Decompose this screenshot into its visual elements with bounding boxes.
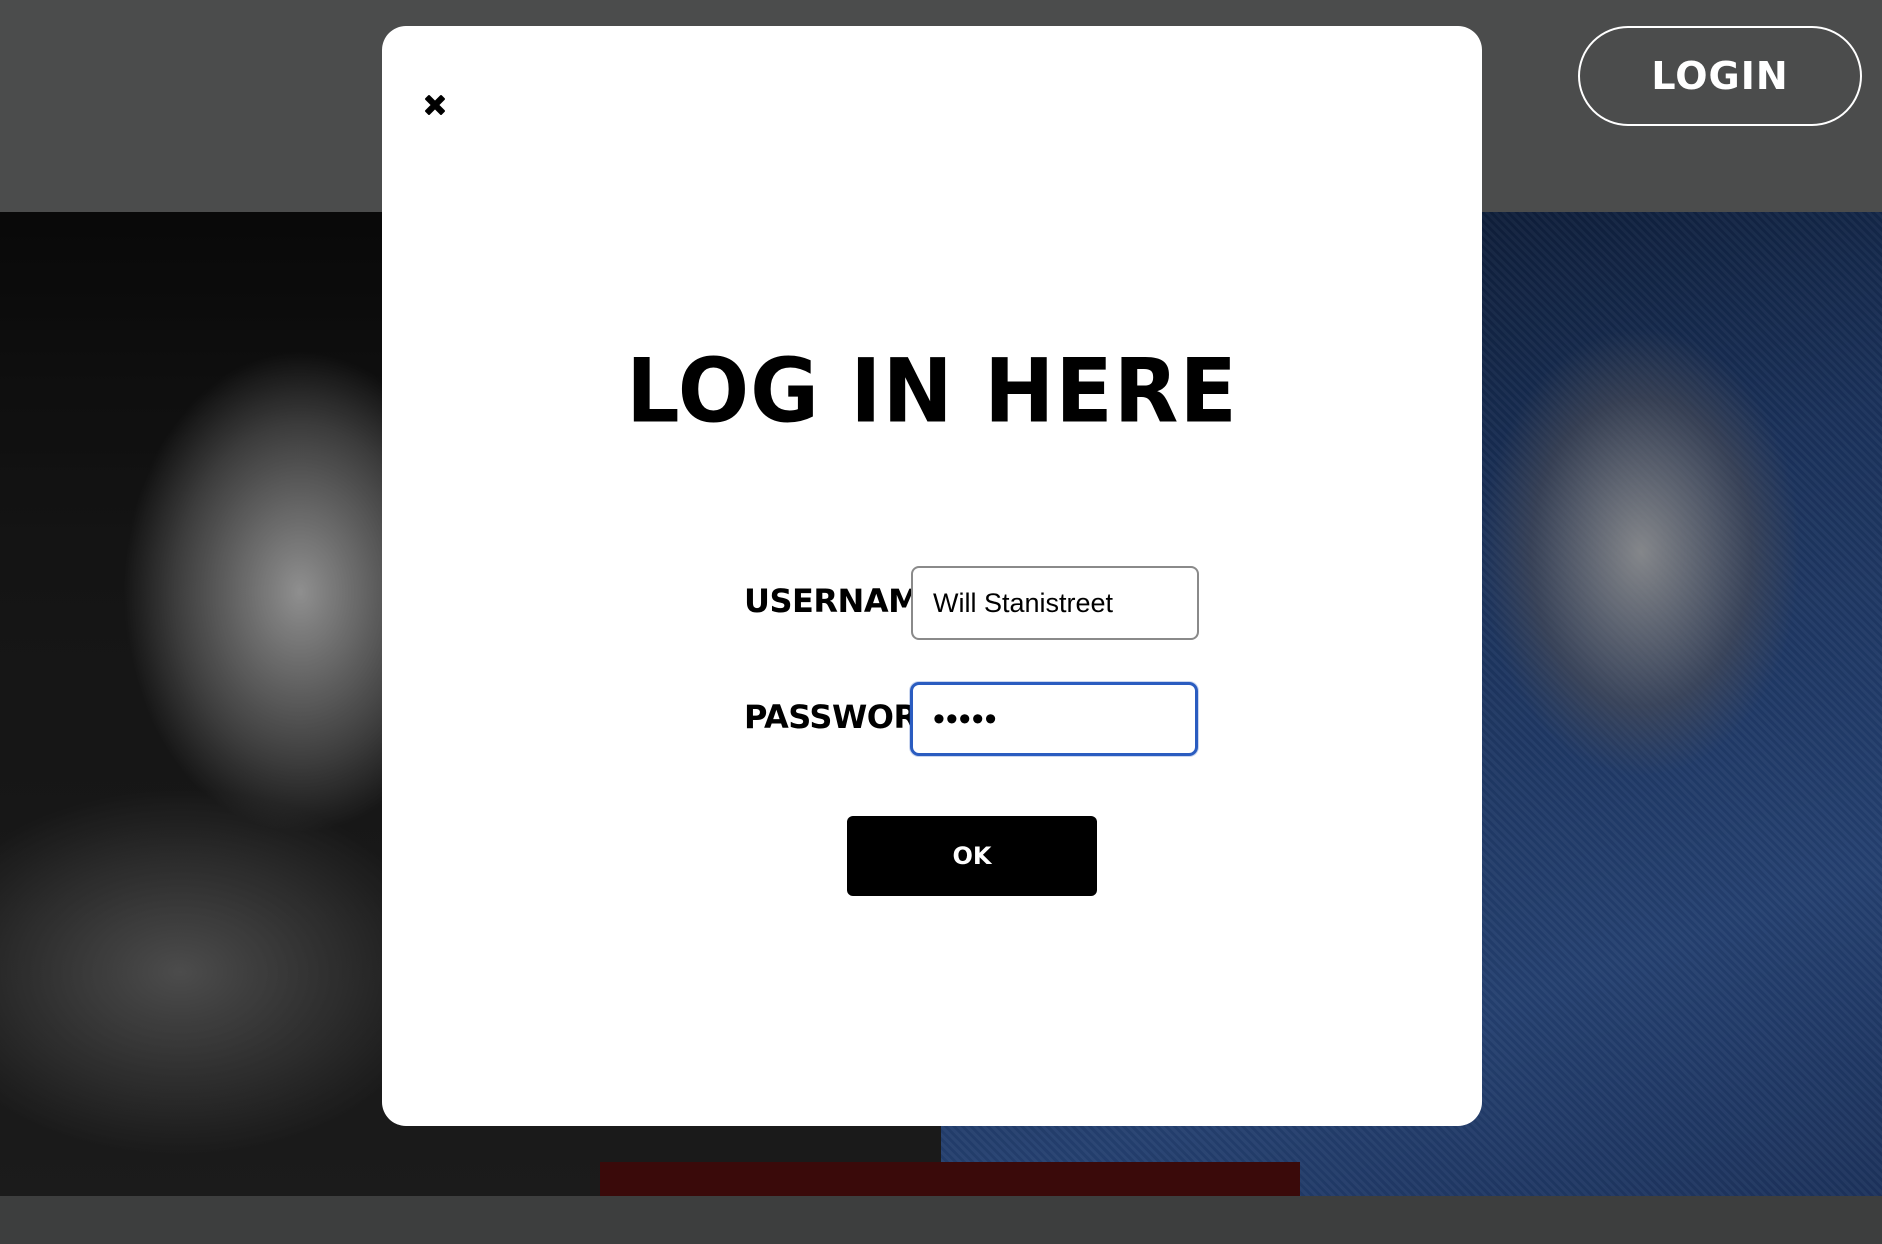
username-label: USERNAME:	[744, 582, 954, 620]
close-button[interactable]	[420, 92, 450, 122]
login-button[interactable]: LOGIN	[1578, 26, 1862, 126]
password-label: PASSWORD:	[744, 698, 956, 736]
password-input[interactable]	[910, 682, 1198, 756]
login-modal: LOG IN HERE USERNAME: PASSWORD: OK	[382, 26, 1482, 1126]
page-footer-strip	[0, 1196, 1882, 1244]
close-icon	[422, 92, 448, 123]
ok-button[interactable]: OK	[847, 816, 1097, 896]
username-input[interactable]	[911, 566, 1199, 640]
modal-title: LOG IN HERE	[626, 339, 1238, 443]
